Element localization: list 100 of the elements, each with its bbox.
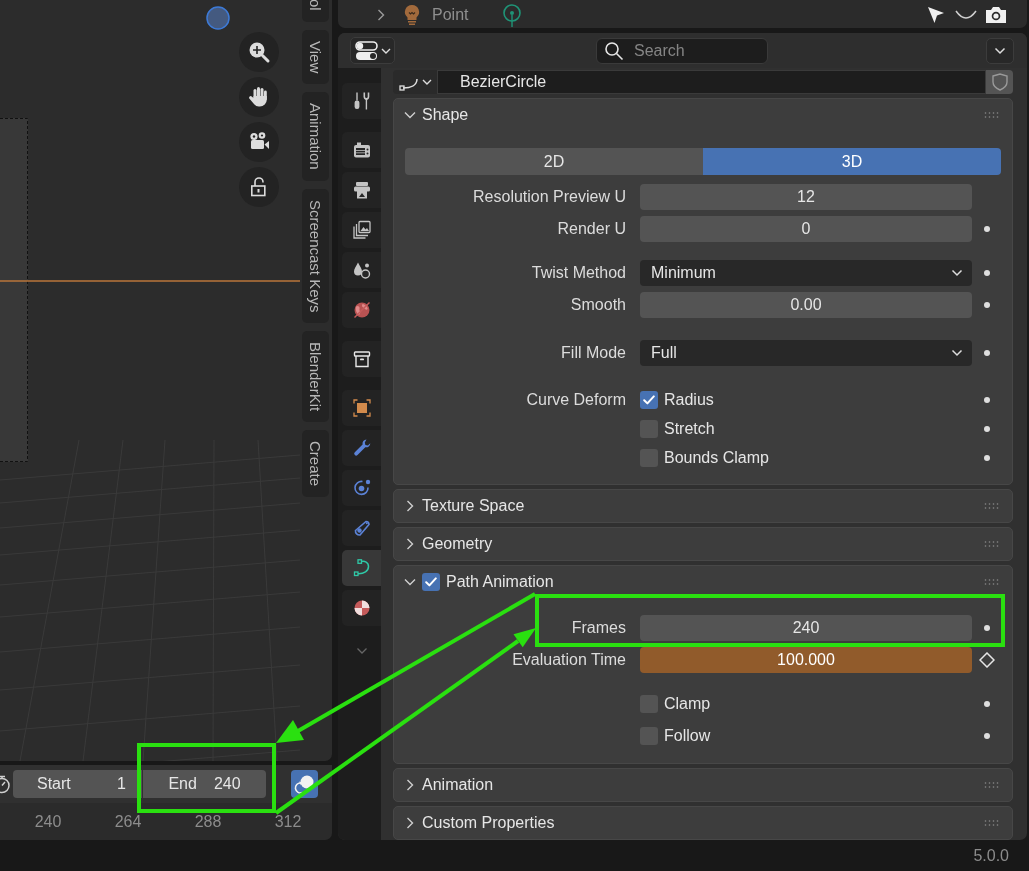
decorator-dot-icon[interactable] [983,397,990,403]
decorator-dot-icon[interactable] [983,455,990,461]
stopwatch-icon[interactable] [0,773,12,795]
panel-title[interactable]: Animation [422,776,494,794]
number-field[interactable]: 12 [640,184,972,210]
camera-icon[interactable] [985,5,1007,25]
dropdown-field[interactable]: Full [640,340,972,366]
segment-button[interactable]: 2D [405,148,703,175]
curve-icon [351,558,372,578]
cursor-icon[interactable] [926,5,946,25]
panel-title[interactable]: Shape [422,106,469,124]
properties-tab[interactable] [342,132,381,168]
zoom-button[interactable] [239,32,279,72]
checkbox[interactable] [640,391,658,409]
properties-tab[interactable] [342,83,381,119]
decorator-dot-icon[interactable] [983,270,990,276]
field-label: Render U [557,220,626,238]
drag-handle-icon[interactable] [984,820,1000,826]
properties-tab[interactable] [342,390,381,426]
decorator-dot-icon[interactable] [983,426,990,432]
decorator-dot-icon[interactable] [983,226,990,232]
checkbox-label[interactable]: Clamp [664,695,711,713]
sidebar-tab[interactable]: View [302,29,329,84]
datablock-name-field[interactable]: BezierCircle [437,70,986,94]
end-frame-field[interactable]: End 240 [143,770,266,798]
segment-button[interactable]: 3D [703,148,1001,175]
light-bulb-icon[interactable] [403,4,421,26]
ring-dot-icon [351,478,372,498]
sidebar-tab[interactable]: Screencast Keys [302,188,329,324]
properties-tab[interactable] [342,590,381,626]
sidebar-tab[interactable]: Create [302,430,329,498]
number-field[interactable]: 100.000 [640,647,972,673]
gizmo-ball-icon[interactable] [206,6,230,30]
chevron-right-icon[interactable] [404,816,416,830]
box-icon [351,349,372,369]
caret-icon [421,79,432,85]
chevron-down-icon [994,46,1006,55]
decorator-dot-icon[interactable] [983,733,990,739]
chevron-right-icon[interactable] [404,537,416,551]
editor-type-button[interactable] [350,37,395,64]
search-field[interactable]: Search [596,37,768,64]
arc-icon[interactable] [955,9,977,21]
wrench-icon [351,438,372,458]
datablock-type-button[interactable] [393,70,437,94]
properties-tab[interactable] [342,341,381,377]
drag-handle-icon[interactable] [984,579,1000,585]
drag-handle-icon[interactable] [984,541,1000,547]
chevron-right-icon[interactable] [404,499,416,513]
caret-icon [380,47,391,54]
ring-pin-icon[interactable] [502,3,523,27]
properties-tab[interactable] [342,252,381,288]
panel-title[interactable]: Path Animation [446,573,554,591]
panel-title[interactable]: Texture Space [422,497,525,515]
decorator-dot-icon[interactable] [983,302,990,308]
decorator-dot-icon[interactable] [983,350,990,356]
properties-tab[interactable] [342,550,381,586]
pan-button[interactable] [239,77,279,117]
frame-number: 264 [113,812,143,831]
chevron-right-icon[interactable] [404,778,416,792]
checkbox-label[interactable]: Stretch [664,420,715,438]
options-dropdown-button[interactable] [986,37,1014,64]
decorator-dot-icon[interactable] [983,625,990,631]
number-field[interactable]: 0.00 [640,292,972,318]
zoom-in-icon [247,40,271,64]
frame-number: 312 [273,812,303,831]
checkbox[interactable] [422,573,440,591]
checkbox-label[interactable]: Follow [664,727,711,745]
dropdown-field[interactable]: Minimum [640,260,972,286]
chevron-down-icon [356,647,368,655]
frame-number: 288 [193,812,223,831]
drag-handle-icon[interactable] [984,112,1000,118]
properties-tab[interactable] [342,212,381,248]
properties-tab[interactable] [342,292,381,328]
number-field[interactable]: 0 [640,216,972,242]
number-field[interactable]: 240 [640,615,972,641]
drag-handle-icon[interactable] [984,782,1000,788]
panel-title[interactable]: Geometry [422,535,493,553]
panel-title[interactable]: Custom Properties [422,814,555,832]
checkbox-label[interactable]: Radius [664,391,714,409]
sidebar-tab[interactable]: Animation [302,91,329,181]
fake-user-button[interactable] [986,70,1013,94]
start-frame-field[interactable]: Start 1 [13,770,142,798]
field-label: Evaluation Time [512,651,626,669]
lock-button[interactable] [239,167,279,207]
properties-tab[interactable] [342,172,381,208]
outliner-item-name[interactable]: Point [432,6,469,24]
checkbox-label[interactable]: Bounds Clamp [664,449,769,467]
decorator-dot-icon[interactable] [983,701,990,707]
field-label: Twist Method [531,264,626,282]
drag-handle-icon[interactable] [984,503,1000,509]
chevron-down-icon [951,269,963,277]
toggles-icon [354,40,379,61]
shield-icon [990,73,1009,91]
keyframe-diamond-icon[interactable] [978,652,995,668]
chevron-right-icon[interactable] [375,8,387,22]
image-stack-icon [351,220,372,240]
camera-view-button[interactable] [239,122,279,162]
sidebar-tab[interactable]: BlenderKit [302,331,329,423]
checkmark-icon [643,395,655,405]
search-icon [604,40,624,61]
